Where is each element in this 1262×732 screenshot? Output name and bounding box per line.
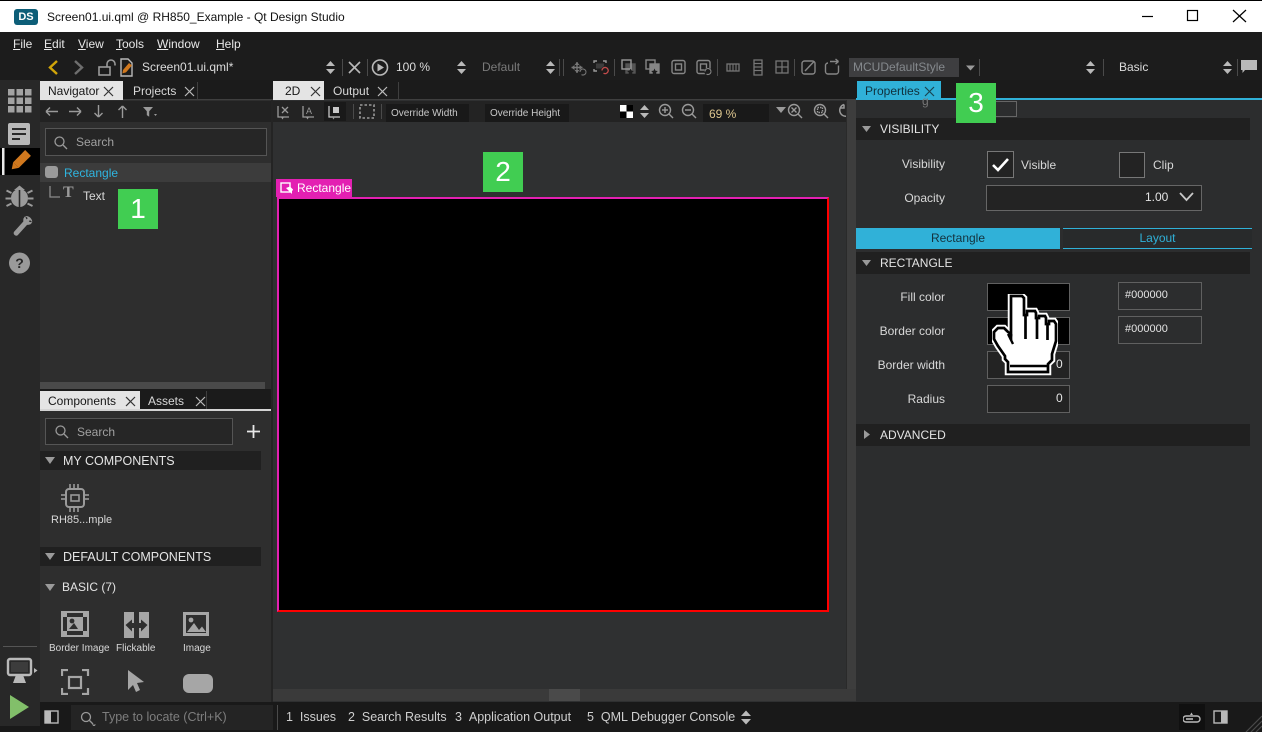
svg-text:A: A [306,106,312,116]
svg-text:?: ? [15,255,24,271]
